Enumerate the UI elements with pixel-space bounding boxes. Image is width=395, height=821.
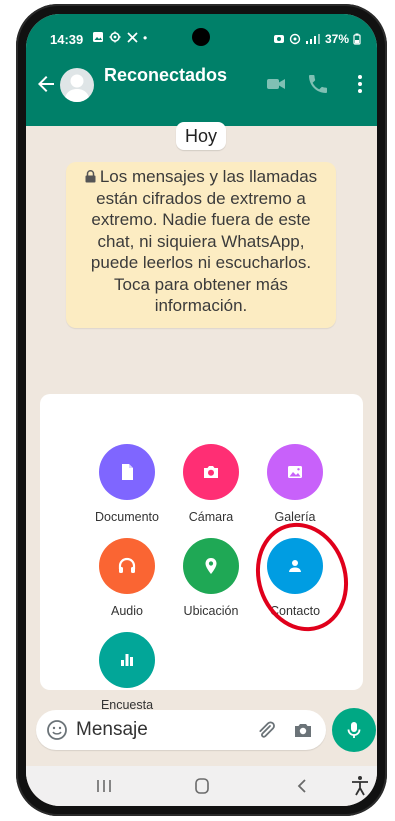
attach-document-button[interactable]: Documento — [82, 444, 172, 524]
x-icon — [127, 32, 138, 43]
signal-icon — [305, 34, 320, 44]
battery-icon — [353, 33, 361, 45]
message-input[interactable] — [76, 717, 226, 743]
poll-icon — [121, 654, 133, 666]
attach-gallery-circle — [267, 444, 323, 500]
attach-audio-button[interactable]: Audio — [82, 538, 172, 618]
attach-gallery-button[interactable]: Galería — [250, 444, 340, 524]
back-icon[interactable] — [288, 772, 316, 800]
dot-icon: • — [143, 31, 150, 45]
message-field — [36, 710, 326, 750]
camera-cutout — [192, 28, 210, 46]
camera-icon[interactable] — [292, 719, 314, 741]
attach-location-label: Ubicación — [183, 604, 239, 618]
attach-camera-button[interactable]: Cámara — [166, 444, 256, 524]
hotspot-icon — [289, 33, 301, 45]
more-options-icon[interactable] — [348, 72, 372, 96]
attach-poll-button[interactable]: Encuesta — [82, 632, 172, 712]
status-time: 14:39 — [50, 32, 84, 47]
attach-gallery-label: Galería — [274, 510, 316, 524]
headphones-icon — [118, 557, 136, 573]
encryption-notice-text: Los mensajes y las llamadas están cifrad… — [90, 167, 318, 315]
chat-header: 14:39 • 37% Reconectados — [26, 14, 377, 126]
avatar[interactable] — [60, 68, 94, 102]
attach-audio-label: Audio — [111, 604, 143, 618]
attach-contact-button[interactable]: Contacto — [250, 538, 340, 618]
attach-poll-circle — [99, 632, 155, 688]
gallery-icon — [288, 466, 302, 478]
alarm-icon — [273, 35, 284, 43]
system-navigation-bar — [26, 766, 377, 806]
document-icon — [122, 464, 133, 480]
status-right-icons: 37% — [273, 32, 361, 46]
attach-clip-icon[interactable] — [254, 718, 278, 742]
date-label: Hoy — [176, 122, 226, 150]
phone-frame: 14:39 • 37% Reconectados Hoy Los mensaje… — [16, 4, 387, 816]
attach-location-circle — [183, 538, 239, 594]
microphone-icon — [347, 722, 361, 738]
status-bar: 14:39 • 37% — [26, 14, 377, 56]
chat-area: Hoy Los mensajes y las llamadas están ci… — [26, 112, 377, 402]
settings-icon — [109, 31, 121, 43]
attach-document-circle — [99, 444, 155, 500]
back-arrow-icon[interactable] — [34, 72, 58, 96]
battery-level: 37% — [324, 32, 349, 46]
attach-contact-label: Contacto — [269, 604, 321, 618]
screen: 14:39 • 37% Reconectados Hoy Los mensaje… — [26, 14, 377, 806]
default-avatar-icon — [64, 74, 90, 102]
emoji-icon[interactable] — [46, 719, 68, 741]
home-icon[interactable] — [188, 772, 216, 800]
attach-camera-label: Cámara — [188, 510, 234, 524]
attach-audio-circle — [99, 538, 155, 594]
attach-camera-circle — [183, 444, 239, 500]
attach-document-label: Documento — [95, 510, 159, 524]
message-input-bar — [26, 704, 377, 764]
video-call-icon[interactable] — [264, 72, 288, 96]
voice-message-button[interactable] — [332, 708, 376, 752]
attach-location-button[interactable]: Ubicación — [166, 538, 256, 618]
attachment-menu: Documento Cámara Galería Audio Ubicación… — [40, 394, 363, 712]
contact-name[interactable]: Reconectados — [104, 65, 227, 86]
attach-contact-circle — [267, 538, 323, 594]
status-left-icons: • — [92, 31, 149, 45]
chat-toolbar: Reconectados — [26, 58, 377, 112]
gallery-icon — [93, 32, 103, 42]
location-icon — [205, 558, 217, 574]
contact-icon — [289, 560, 301, 572]
encryption-notice[interactable]: Los mensajes y las llamadas están cifrad… — [66, 162, 336, 328]
voice-call-icon[interactable] — [306, 72, 330, 96]
lock-icon — [85, 170, 96, 183]
accessibility-icon[interactable] — [346, 772, 374, 800]
recent-apps-icon[interactable] — [90, 772, 118, 800]
camera-icon — [204, 466, 218, 478]
